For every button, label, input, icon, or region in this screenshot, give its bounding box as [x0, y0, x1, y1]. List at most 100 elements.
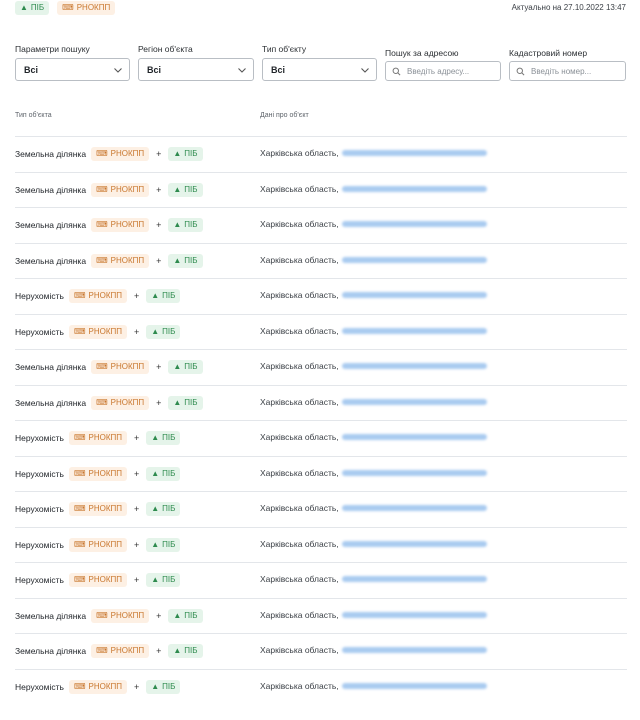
rnokpp-tag[interactable]: ⌨ РНОКПП — [68, 324, 127, 339]
pib-tag-label: ПІБ — [162, 291, 176, 300]
id-icon: ⌨ — [73, 539, 86, 549]
redacted-address — [341, 221, 487, 227]
person-icon: ▲ — [151, 326, 160, 336]
person-icon: ▲ — [151, 681, 160, 691]
filter-object-type-label: Тип об'єкту — [262, 44, 307, 54]
redacted-address — [341, 292, 487, 298]
pib-tag[interactable]: ▲ ПІБ — [146, 431, 181, 445]
person-icon: ▲ — [151, 575, 160, 584]
row-type-cell: Нерухомість ⌨ РНОКПП + ▲ ПІБ — [15, 502, 181, 516]
rnokpp-tag[interactable]: ⌨ РНОКПП — [91, 253, 150, 268]
rnokpp-tag[interactable]: ⌨ РНОКПП — [91, 360, 150, 374]
person-icon: ▲ — [151, 539, 160, 549]
rnokpp-tag[interactable]: ⌨ РНОКПП — [91, 147, 150, 161]
pib-tag[interactable]: ▲ ПІБ — [146, 537, 181, 552]
pib-tag[interactable]: ▲ ПІБ — [168, 253, 203, 268]
search-params-select[interactable]: Всі — [15, 58, 130, 81]
rnokpp-tag[interactable]: ⌨ РНОКПП — [68, 289, 127, 303]
pib-tag[interactable]: ▲ ПІБ — [146, 289, 181, 303]
plus-sign: + — [156, 646, 162, 656]
rnokpp-tag[interactable]: ⌨ РНОКПП — [68, 431, 127, 445]
table-row[interactable]: Нерухомість ⌨ РНОКПП + ▲ ПІБ Харківська област… — [15, 526, 627, 563]
id-icon: ⌨ — [62, 3, 74, 12]
plus-sign: + — [156, 397, 162, 408]
rnokpp-tag[interactable]: ⌨ РНОКПП — [68, 679, 127, 694]
rnokpp-badge[interactable]: ⌨ РНОКПП — [57, 1, 116, 15]
table-row[interactable]: Земельна ділянка ⌨ РНОКПП + ▲ ПІБ Харківська о… — [15, 597, 627, 634]
object-type-select[interactable]: Всі — [262, 58, 377, 81]
redacted-address — [341, 150, 487, 156]
pib-tag[interactable]: ▲ ПІБ — [146, 679, 181, 694]
table-row[interactable]: Земельна ділянка ⌨ РНОКПП + ▲ ПІБ Харківська о… — [15, 207, 627, 243]
person-icon: ▲ — [151, 433, 160, 442]
pib-tag[interactable]: ▲ ПІБ — [146, 502, 181, 516]
person-icon: ▲ — [173, 610, 182, 620]
filter-address: Пошук за адресою Введіть адресу... — [385, 47, 501, 81]
table-row[interactable]: Нерухомість ⌨ РНОКПП + ▲ ПІБ Харківська област… — [15, 420, 627, 456]
region-select[interactable]: Всі — [138, 58, 254, 81]
rnokpp-tag[interactable]: ⌨ РНОКПП — [68, 466, 127, 481]
rnokpp-tag[interactable]: ⌨ РНОКПП — [68, 573, 127, 587]
rnokpp-tag-label: РНОКПП — [88, 539, 122, 549]
pib-tag[interactable]: ▲ ПІБ — [168, 360, 203, 374]
table-row[interactable]: Земельна ділянка ⌨ РНОКПП + ▲ ПІБ Харківська о… — [15, 242, 627, 279]
rnokpp-tag[interactable]: ⌨ РНОКПП — [91, 182, 150, 197]
table-row[interactable]: Земельна ділянка ⌨ РНОКПП + ▲ ПІБ Харківська о… — [15, 633, 627, 669]
table-row[interactable]: Земельна ділянка ⌨ РНОКПП + ▲ ПІБ Харківська о… — [15, 171, 627, 208]
pib-tag[interactable]: ▲ ПІБ — [168, 182, 203, 197]
redacted-address — [341, 256, 487, 263]
table-row[interactable]: Земельна ділянка ⌨ РНОКПП + ▲ ПІБ Харківська о… — [15, 136, 627, 172]
filter-cadastral-label: Кадастровий номер — [509, 48, 588, 58]
plus-sign: + — [133, 539, 140, 550]
row-data-cell: Харківська область, — [260, 255, 487, 265]
pib-tag[interactable]: ▲ ПІБ — [168, 608, 203, 623]
pib-tag[interactable]: ▲ ПІБ — [146, 466, 181, 481]
row-type-cell: Земельна ділянка ⌨ РНОКПП + ▲ ПІБ — [15, 608, 203, 623]
table-row[interactable]: Нерухомість ⌨ РНОКПП + ▲ ПІБ Харківська област… — [15, 491, 627, 527]
pib-tag[interactable]: ▲ ПІБ — [168, 218, 203, 232]
row-type-cell: Земельна ділянка ⌨ РНОКПП + ▲ ПІБ — [15, 218, 203, 232]
address-search-input[interactable]: Введіть адресу... — [385, 61, 501, 81]
cadastral-search-input[interactable]: Введіть номер... — [509, 61, 626, 81]
rnokpp-tag[interactable]: ⌨ РНОКПП — [91, 644, 150, 658]
region-text: Харківська область, — [260, 574, 339, 584]
object-type-text: Земельна ділянка — [15, 149, 87, 159]
object-type-text: Нерухомість — [15, 539, 64, 550]
object-type-text: Нерухомість — [15, 681, 64, 692]
table-row[interactable]: Нерухомість ⌨ РНОКПП + ▲ ПІБ Харківська област… — [15, 668, 627, 705]
rnokpp-tag[interactable]: ⌨ РНОКПП — [91, 608, 150, 623]
redacted-address — [341, 469, 487, 476]
pib-tag[interactable]: ▲ ПІБ — [168, 644, 203, 658]
id-icon: ⌨ — [96, 149, 108, 158]
rnokpp-tag-label: РНОКПП — [88, 681, 122, 691]
object-type-text: Земельна ділянка — [15, 646, 87, 656]
pib-tag-label: ПІБ — [184, 149, 198, 158]
pib-tag-label: ПІБ — [162, 575, 176, 584]
pib-tag[interactable]: ▲ ПІБ — [146, 573, 181, 587]
rnokpp-tag[interactable]: ⌨ РНОКПП — [68, 502, 127, 516]
rnokpp-tag[interactable]: ⌨ РНОКПП — [68, 537, 127, 552]
rnokpp-tag[interactable]: ⌨ РНОКПП — [91, 218, 150, 232]
pib-tag-label: ПІБ — [184, 646, 198, 655]
table-row[interactable]: Нерухомість ⌨ РНОКПП + ▲ ПІБ Харківська област… — [15, 278, 627, 314]
redacted-address — [341, 434, 487, 440]
pib-tag[interactable]: ▲ ПІБ — [168, 395, 203, 410]
pib-tag[interactable]: ▲ ПІБ — [146, 324, 181, 339]
row-type-cell: Нерухомість ⌨ РНОКПП + ▲ ПІБ — [15, 289, 181, 303]
table-row[interactable]: Нерухомість ⌨ РНОКПП + ▲ ПІБ Харківська област… — [15, 455, 627, 492]
updated-timestamp: Актуально на 27.10.2022 13:47 — [511, 3, 626, 12]
pib-badge[interactable]: ▲ ПІБ — [15, 1, 50, 15]
table-row[interactable]: Земельна ділянка ⌨ РНОКПП + ▲ ПІБ Харківська о… — [15, 384, 627, 421]
pib-tag[interactable]: ▲ ПІБ — [168, 147, 203, 161]
id-icon: ⌨ — [96, 220, 108, 229]
object-type-text: Земельна ділянка — [15, 362, 87, 372]
pib-tag-label: ПІБ — [162, 326, 176, 336]
redacted-address — [341, 682, 487, 689]
table-row[interactable]: Нерухомість ⌨ РНОКПП + ▲ ПІБ Харківська област… — [15, 313, 627, 350]
table-row[interactable]: Земельна ділянка ⌨ РНОКПП + ▲ ПІБ Харківська о… — [15, 349, 627, 385]
rnokpp-tag[interactable]: ⌨ РНОКПП — [91, 395, 150, 410]
cadastral-placeholder: Введіть номер... — [531, 66, 592, 76]
table-row[interactable]: Нерухомість ⌨ РНОКПП + ▲ ПІБ Харківська област… — [15, 562, 627, 598]
pib-tag-label: ПІБ — [184, 255, 198, 265]
row-type-cell: Нерухомість ⌨ РНОКПП + ▲ ПІБ — [15, 466, 181, 481]
